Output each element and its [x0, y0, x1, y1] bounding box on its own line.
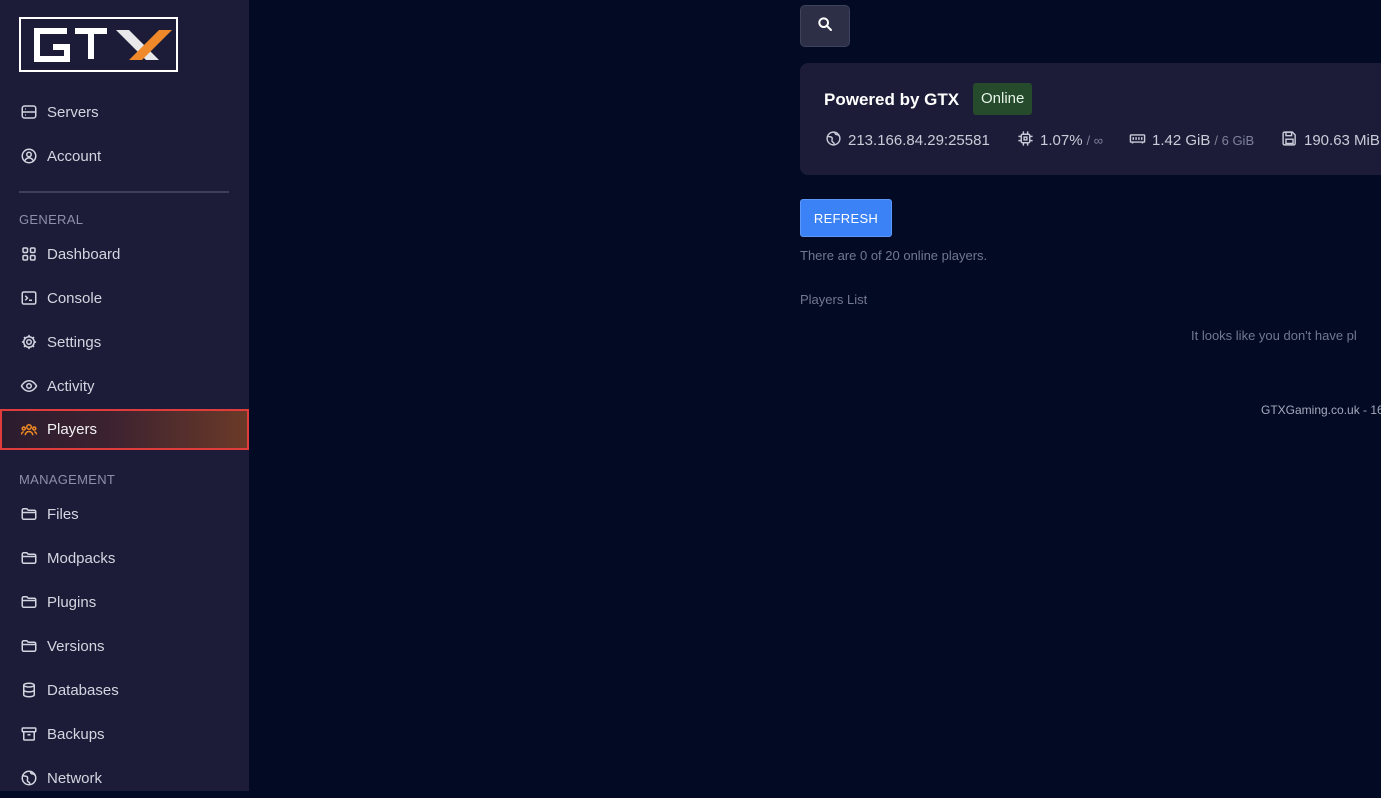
- search-button[interactable]: [800, 5, 850, 47]
- memory-icon: [1129, 130, 1152, 151]
- grid-icon: [19, 245, 38, 264]
- sidebar-item-network[interactable]: Network: [0, 758, 249, 798]
- status-badge: Online: [973, 83, 1033, 115]
- sidebar-item-label: Versions: [47, 637, 105, 655]
- disk-usage-value: 190.63 MiB: [1304, 132, 1380, 149]
- sidebar-item-files[interactable]: Files: [0, 494, 249, 534]
- sidebar-item-console[interactable]: Console: [0, 278, 249, 318]
- disk-usage: 190.63 MiB: [1281, 130, 1380, 151]
- server-name: Powered by GTX: [824, 90, 960, 109]
- sidebar-item-label: Dashboard: [47, 245, 121, 263]
- sidebar-item-label: Databases: [47, 681, 119, 699]
- folder-icon: [19, 637, 38, 656]
- sidebar-item-versions[interactable]: Versions: [0, 626, 249, 666]
- cpu-usage-limit: / ∞: [1086, 133, 1104, 148]
- users-icon: [19, 420, 38, 439]
- sidebar: Servers Account GENERAL Dashboard Consol…: [0, 0, 249, 791]
- section-label-general: GENERAL: [19, 212, 84, 227]
- server-icon: [19, 103, 38, 122]
- sidebar-item-label: Account: [47, 147, 102, 165]
- sidebar-item-plugins[interactable]: Plugins: [0, 582, 249, 622]
- memory-usage-value: 1.42 GiB: [1152, 132, 1211, 149]
- players-list-label: Players List: [800, 292, 868, 307]
- server-card[interactable]: Powered by GTX Online 213.166.84.29:2558…: [800, 63, 1381, 175]
- memory-usage: 1.42 GiB / 6 GiB: [1129, 130, 1254, 151]
- server-address-text: 213.166.84.29:25581: [848, 132, 990, 149]
- sidebar-item-databases[interactable]: Databases: [0, 670, 249, 710]
- folder-icon: [19, 505, 38, 524]
- folder-icon: [19, 549, 38, 568]
- sidebar-item-activity[interactable]: Activity: [0, 366, 249, 406]
- archive-icon: [19, 725, 38, 744]
- sidebar-item-label: Settings: [47, 333, 102, 351]
- eye-icon: [19, 377, 38, 396]
- sidebar-item-label: Activity: [47, 377, 95, 395]
- sidebar-item-label: Plugins: [47, 593, 97, 611]
- user-circle-icon: [19, 147, 38, 166]
- database-icon: [19, 681, 38, 700]
- server-address[interactable]: 213.166.84.29:25581: [825, 130, 990, 151]
- cpu-icon: [1017, 130, 1040, 151]
- sidebar-item-label: Backups: [47, 725, 105, 743]
- sidebar-divider: [19, 191, 229, 193]
- sidebar-item-label: Network: [47, 769, 103, 787]
- sidebar-item-players[interactable]: Players: [0, 409, 249, 450]
- gear-icon: [19, 333, 38, 352]
- sidebar-item-label: Servers: [47, 103, 99, 121]
- footer-text: GTXGaming.co.uk - 16: [1261, 403, 1381, 417]
- cpu-usage-value: 1.07%: [1040, 132, 1083, 149]
- globe-icon: [825, 130, 848, 151]
- cpu-usage: 1.07% / ∞: [1017, 130, 1103, 151]
- save-icon: [1281, 130, 1304, 151]
- online-players-count: There are 0 of 20 online players.: [800, 248, 988, 263]
- search-icon: [817, 16, 833, 37]
- sidebar-item-account[interactable]: Account: [0, 136, 249, 176]
- sidebar-item-dashboard[interactable]: Dashboard: [0, 234, 249, 274]
- players-empty-message: It looks like you don't have pl: [1191, 328, 1357, 343]
- sidebar-item-modpacks[interactable]: Modpacks: [0, 538, 249, 578]
- sidebar-item-label: Players: [47, 421, 98, 438]
- sidebar-item-backups[interactable]: Backups: [0, 714, 249, 754]
- terminal-icon: [19, 289, 38, 308]
- sidebar-item-label: Files: [47, 505, 79, 523]
- section-label-management: MANAGEMENT: [19, 472, 116, 487]
- refresh-button[interactable]: REFRESH: [800, 199, 892, 237]
- sidebar-item-servers[interactable]: Servers: [0, 92, 249, 132]
- sidebar-item-label: Modpacks: [47, 549, 116, 567]
- globe-icon: [19, 769, 38, 788]
- sidebar-item-settings[interactable]: Settings: [0, 322, 249, 362]
- sidebar-item-label: Console: [47, 289, 103, 307]
- folder-icon: [19, 593, 38, 612]
- memory-usage-limit: / 6 GiB: [1214, 133, 1255, 148]
- gtx-logo[interactable]: [19, 17, 178, 72]
